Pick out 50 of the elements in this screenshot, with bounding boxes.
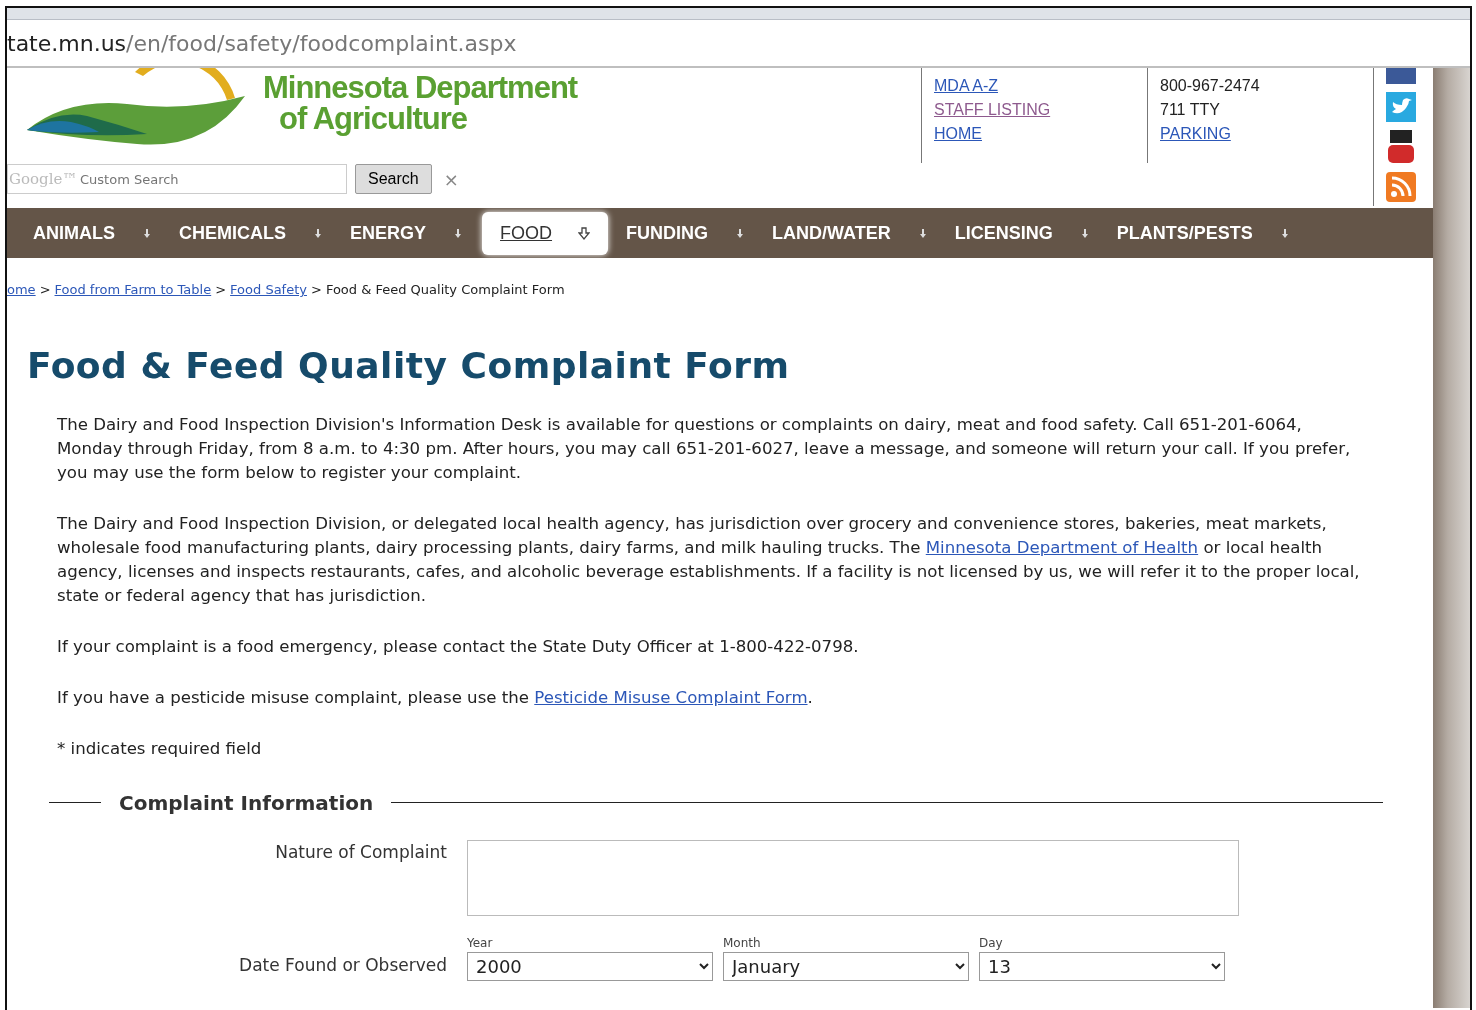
paragraph: If you have a pesticide misuse complaint, please use the Pesticide Misuse Complaint Form. (57, 686, 814, 709)
nav-tab[interactable]: CHEMICALS (171, 213, 332, 253)
breadcrumb-separator: > (215, 282, 227, 297)
contact-link[interactable]: PARKING (1160, 125, 1231, 142)
bird-icon[interactable] (1386, 92, 1416, 122)
breadcrumb-link[interactable]: Food Safety (230, 282, 307, 297)
down-arrow-icon (578, 226, 591, 240)
field-label: Nature of Complaint (274, 840, 448, 864)
search-brand-text: Google™ (9, 169, 78, 190)
field-label: Date Found or Observed (238, 954, 448, 978)
link[interactable]: Pesticide Misuse Complaint Form (534, 687, 808, 707)
link[interactable]: Minnesota Department of Health (925, 537, 1199, 557)
breadcrumb-link[interactable]: ome (7, 282, 36, 297)
nav-tab[interactable]: PLANTS/PESTS (1108, 213, 1299, 253)
complaint-field[interactable] (467, 839, 1239, 916)
breadcrumb-current: Food & Feed Quality Complaint Form (325, 282, 565, 297)
nav-tab[interactable]: FOOD (482, 211, 609, 255)
field-caption: Day (979, 934, 1004, 952)
breadcrumb-separator: > (39, 282, 51, 297)
section-heading: Complaint Information (118, 789, 375, 817)
date-select[interactable]: 2000 (467, 951, 713, 981)
nav-tab[interactable]: ENERGY (342, 213, 473, 253)
rss-icon[interactable] (1386, 172, 1416, 202)
down-arrow-icon (141, 226, 153, 240)
video-icon[interactable] (1386, 130, 1416, 164)
logo-text: of Agriculture (278, 103, 468, 134)
nav-tab[interactable]: LAND/WATER (764, 213, 937, 253)
nav-link[interactable]: STAFF LISTING (934, 101, 1051, 118)
paragraph: If your complaint is a food emergency, please contact the State Duty Officer at 1-800-422-0798. (57, 635, 860, 658)
field-caption: Month (723, 934, 762, 952)
breadcrumb-link[interactable]: Food from Farm to Table (54, 282, 212, 297)
paragraph: The Dairy and Food Inspection Division, or delegated local health agency, has jurisdiction over grocery and convenience stores, bakeries, meat markets, wholesale food manufacturing plants, dairy processing plants, dairy farms, and milk hauling trucks. The Minnesota Department of Health or local health agency, licenses and inspects restaurants, cafes, and alcoholic beverage establishments. If a facility is not licensed by us, we will refer it to the proper local, state or federal agency that has jurisdiction. (57, 512, 1361, 607)
nav-link[interactable]: MDA A-Z (934, 77, 998, 94)
page-title: Food & Feed Quality Complaint Form (27, 343, 791, 387)
date-select[interactable]: 13 (979, 951, 1225, 981)
nav-link[interactable]: HOME (934, 125, 982, 142)
nav-tab[interactable]: ANIMALS (25, 213, 161, 253)
contact-text: 800-967-2474 (1160, 77, 1260, 94)
clear-icon[interactable]: × (443, 165, 459, 193)
logo-text: Minnesota Department (263, 72, 578, 103)
search-button[interactable]: Search (355, 164, 432, 194)
nav-tab[interactable]: LICENSING (946, 213, 1099, 253)
down-arrow-icon (312, 226, 324, 240)
paragraph: The Dairy and Food Inspection Division's Information Desk is available for questions or complaints on dairy, meat and food safety. Call 651-201-6064, Monday through Friday, from 8 a.m. to 4:30 pm. After hours, you may call 651-201-6027, leave a message, and someone will return your call. If you prefer, you may use the form below to register your complaint. (57, 413, 1352, 484)
breadcrumb-separator: > (311, 282, 322, 297)
field-caption: Year (467, 934, 494, 952)
nav-tab[interactable]: FUNDING (618, 213, 755, 253)
paragraph: * indicates required field (57, 737, 263, 760)
address-bar-url[interactable]: tate.mn.us/en/food/safety/foodcomplaint.aspx (7, 26, 517, 60)
contact-text: 711 TTY (1160, 101, 1220, 118)
